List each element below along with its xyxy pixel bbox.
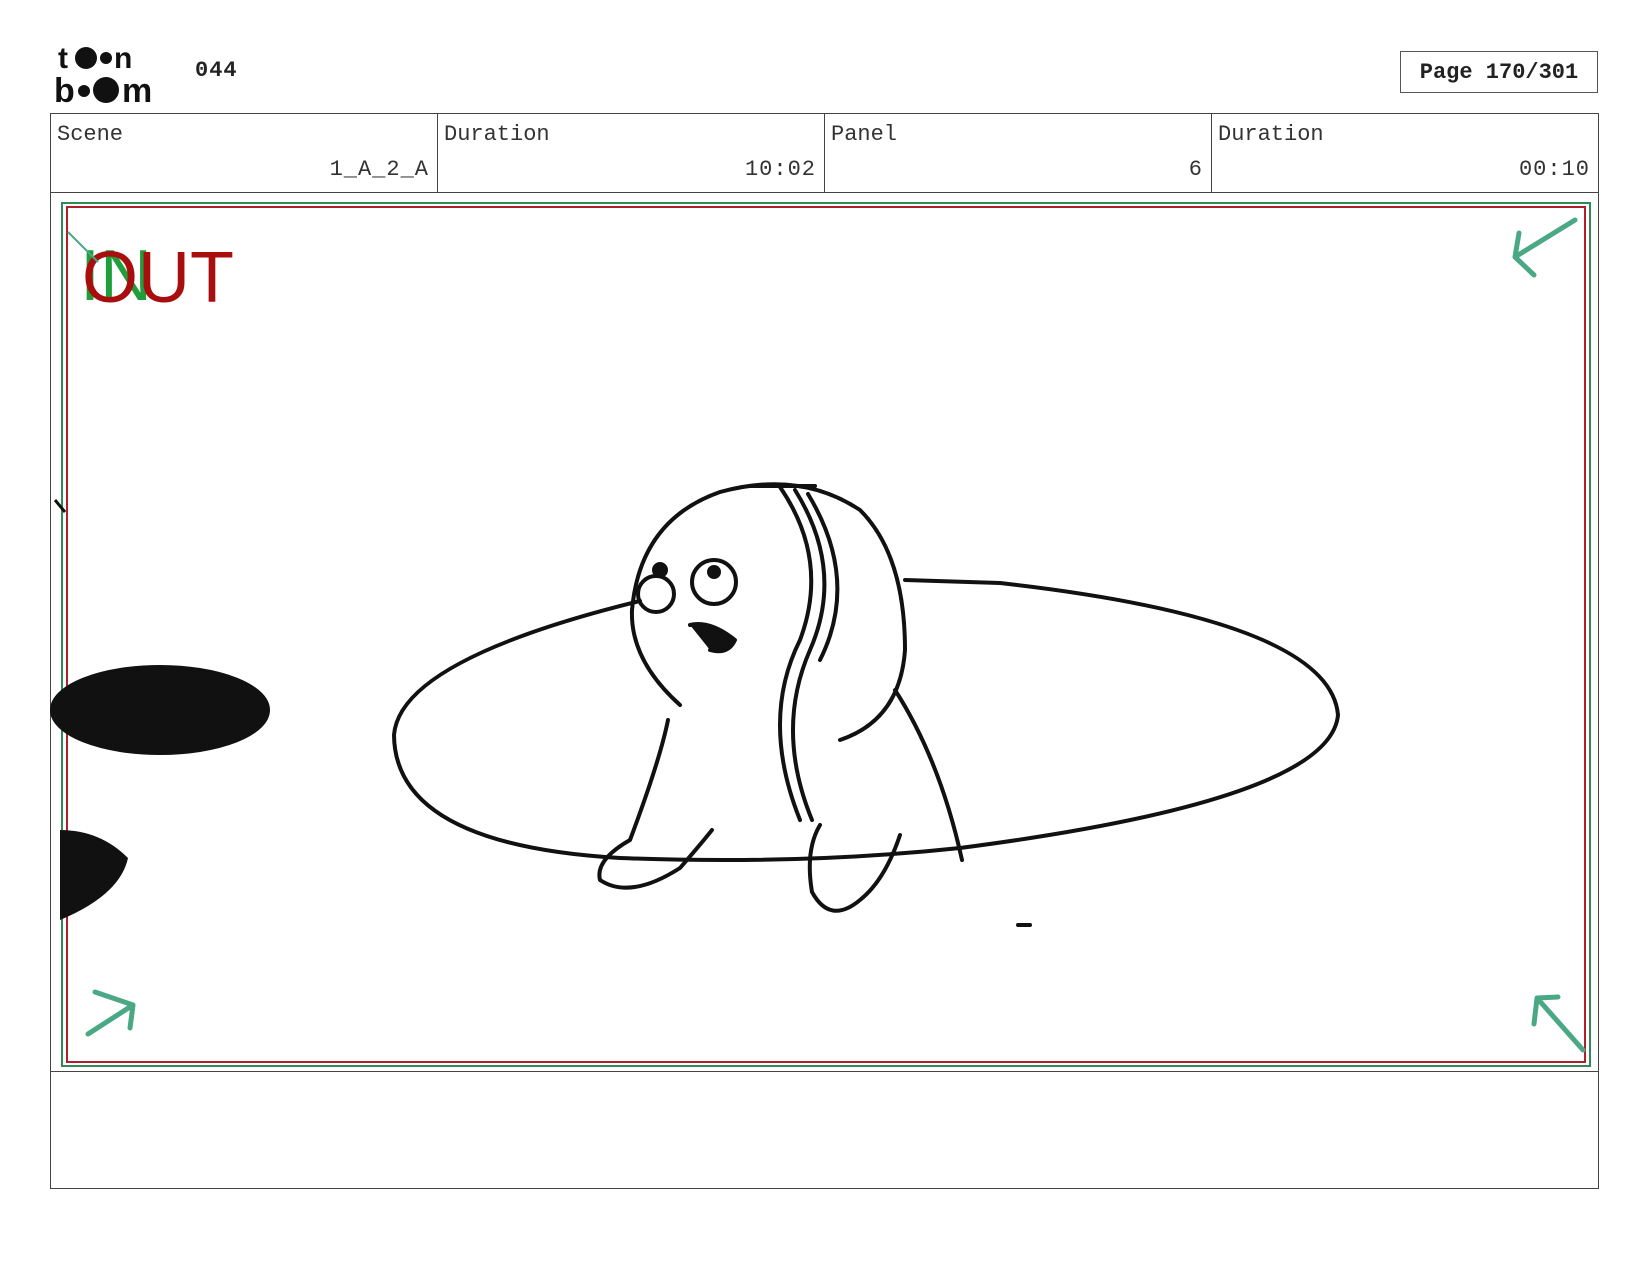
corner-arrow-bottom-right-icon xyxy=(1531,994,1586,1053)
safe-frame-red xyxy=(66,206,1586,1063)
panel-notes xyxy=(50,1071,1599,1189)
safe-frame-green xyxy=(61,202,1591,1067)
corner-arrow-top-right-icon xyxy=(1512,217,1578,278)
out-marker: OUT xyxy=(82,238,234,318)
corner-arrow-bottom-left-icon xyxy=(85,989,136,1037)
character-sketch xyxy=(392,482,1340,927)
hole-outline xyxy=(392,578,1340,863)
scribble-shapes xyxy=(50,499,270,920)
